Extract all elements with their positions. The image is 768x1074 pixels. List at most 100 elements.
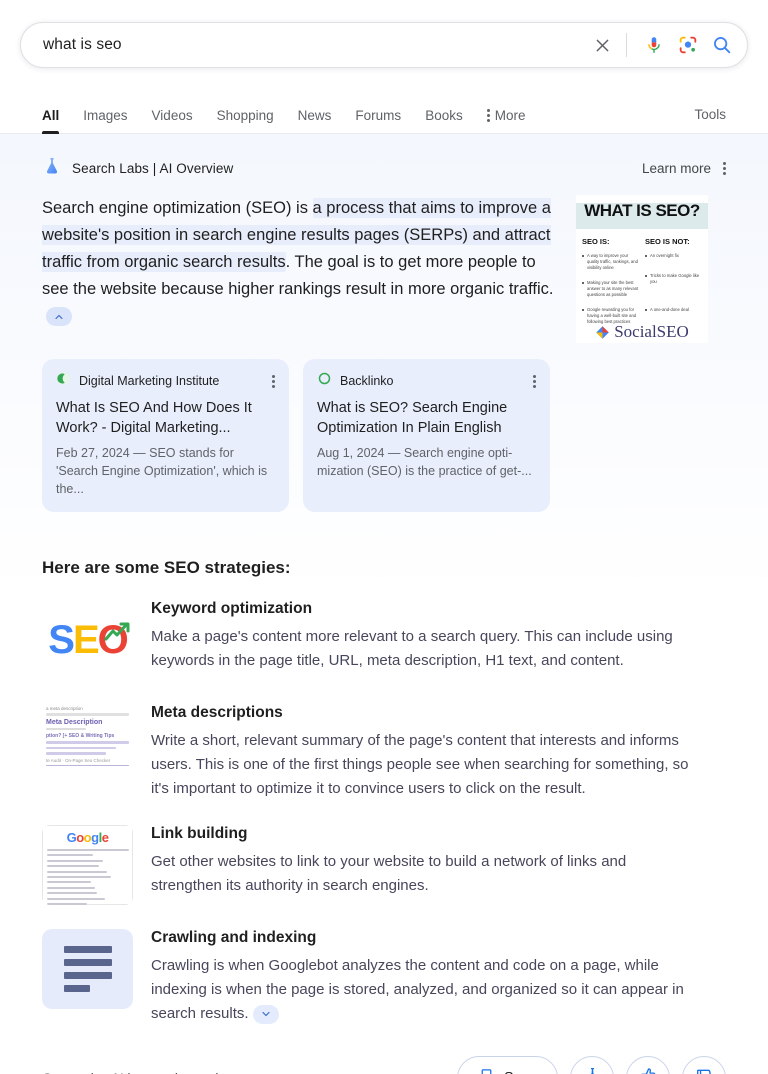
google-serp-screenshot: Google bbox=[42, 825, 133, 905]
infographic-col-right-head: SEO IS NOT: bbox=[645, 237, 690, 246]
strategy-item: SEO Keyword optimization Make a page's c… bbox=[42, 600, 726, 680]
search-tabs-nav: All Images Videos Shopping News Forums B… bbox=[0, 90, 768, 134]
tab-images[interactable]: Images bbox=[71, 108, 139, 134]
flask-icon bbox=[583, 1066, 602, 1074]
ai-overview-thumbnail[interactable]: WHAT IS SEO? SEO IS: A way to improve yo… bbox=[576, 195, 708, 343]
meta-screenshot: a meta description Meta Description ptio… bbox=[42, 704, 133, 784]
tab-all[interactable]: All bbox=[20, 108, 71, 134]
meta-thumb-title: Meta Description bbox=[46, 718, 103, 726]
paragraph-lead: Search engine optimization (SEO) is bbox=[42, 199, 313, 217]
what-is-seo-infographic: WHAT IS SEO? SEO IS: A way to improve yo… bbox=[576, 195, 708, 343]
collapse-overview-chevron-up-icon[interactable] bbox=[46, 307, 72, 327]
infographic-bullet: An overnight fix bbox=[645, 253, 702, 259]
infographic-bullet: A one-and-done deal bbox=[645, 307, 702, 313]
thumbs-down-icon bbox=[695, 1066, 714, 1074]
strategy-name: Meta descriptions bbox=[151, 704, 283, 721]
ai-overview-label: Search Labs | AI Overview bbox=[72, 161, 234, 176]
bookmark-icon bbox=[478, 1067, 495, 1074]
source-card-header: Digital Marketing Institute bbox=[56, 371, 275, 391]
search-labs-flask-icon bbox=[42, 156, 62, 181]
strategies-heading: Here are some SEO strategies: bbox=[42, 558, 291, 577]
search-bar-region bbox=[0, 0, 768, 68]
meta-description-screenshot-thumbnail[interactable]: a meta description Meta Description ptio… bbox=[42, 704, 133, 784]
strategy-name: Crawling and indexing bbox=[151, 929, 317, 946]
ai-overview-footer: Generative AI is experimental. Save bbox=[20, 1056, 748, 1074]
strategy-item: Google Link building Get other websites … bbox=[42, 825, 726, 905]
google-lens-icon[interactable] bbox=[671, 28, 705, 62]
source-card-snippet: Aug 1, 2024 — Search engine opti-mizatio… bbox=[317, 446, 532, 478]
seo-logo-icon: SEO bbox=[48, 617, 130, 662]
kebab-menu-icon bbox=[486, 108, 490, 122]
strategy-description: Crawling is when Googlebot analyzes the … bbox=[151, 954, 691, 1026]
serp-suggestion-lines bbox=[46, 849, 129, 905]
strategy-text: Link building Get other websites to link… bbox=[151, 825, 691, 898]
infographic-bullet: Making your site the best answer to as m… bbox=[582, 280, 639, 298]
document-lines-icon bbox=[42, 929, 133, 1009]
ai-overview-header-actions: Learn more bbox=[642, 161, 726, 176]
strategy-name: Keyword optimization bbox=[151, 600, 313, 617]
crawling-indexing-thumbnail[interactable] bbox=[42, 929, 133, 1009]
infographic-col-left-head: SEO IS: bbox=[582, 237, 610, 246]
ai-overview-panel: Search Labs | AI Overview Learn more Sea… bbox=[0, 134, 768, 1074]
infographic-heading: WHAT IS SEO? bbox=[584, 201, 700, 220]
save-label: Save bbox=[504, 1070, 537, 1074]
source-card-snippet: Feb 27, 2024 — SEO stands for 'Search En… bbox=[56, 446, 268, 496]
strategy-item: Crawling and indexing Crawling is when G… bbox=[42, 929, 726, 1026]
thumbs-up-button[interactable] bbox=[626, 1056, 670, 1074]
strategy-name: Link building bbox=[151, 825, 248, 842]
seo-logo-thumbnail[interactable]: SEO bbox=[42, 600, 133, 680]
tab-news[interactable]: News bbox=[286, 108, 344, 134]
meta-thumb-sub: ption? [+ SEO & Writing Tips bbox=[46, 733, 115, 739]
labs-button[interactable] bbox=[570, 1056, 614, 1074]
strategy-text: Crawling and indexing Crawling is when G… bbox=[151, 929, 691, 1026]
source-card-header: Backlinko bbox=[317, 371, 536, 391]
tab-videos[interactable]: Videos bbox=[140, 108, 205, 134]
infographic-bullet: Tricks to make Google like you bbox=[645, 273, 702, 285]
nav-tab-list: All Images Videos Shopping News Forums B… bbox=[20, 107, 538, 134]
strategy-text: Meta descriptions Write a short, relevan… bbox=[151, 704, 691, 801]
infographic-brand-text: SocialSEO bbox=[614, 322, 689, 341]
source-card-kebab-icon[interactable] bbox=[272, 374, 275, 388]
strategy-description: Make a page's content more relevant to a… bbox=[151, 628, 673, 669]
expand-strategy-chevron-down-icon[interactable] bbox=[252, 1004, 279, 1024]
infographic-columns: SEO IS: A way to improve your quality tr… bbox=[582, 237, 702, 334]
ai-overview-summary-row: Search engine optimization (SEO) is a pr… bbox=[42, 195, 726, 343]
backlinko-favicon bbox=[317, 371, 332, 391]
ai-overview-branding: Search Labs | AI Overview bbox=[42, 156, 233, 181]
strategy-description: Write a short, relevant summary of the p… bbox=[151, 732, 689, 797]
meta-thumb-line: a meta description bbox=[46, 706, 83, 711]
source-card[interactable]: Digital Marketing Institute What Is SEO … bbox=[42, 359, 289, 512]
seo-strategies-section: Here are some SEO strategies: SEO Keywor… bbox=[20, 558, 748, 1026]
digital-marketing-institute-favicon bbox=[56, 371, 71, 391]
source-card-kebab-icon[interactable] bbox=[533, 374, 536, 388]
source-card-title: What Is SEO And How Does It Work? - Digi… bbox=[56, 400, 252, 436]
tab-shopping[interactable]: Shopping bbox=[205, 108, 286, 134]
thumbs-down-button[interactable] bbox=[682, 1056, 726, 1074]
ai-overview-actions: Save bbox=[456, 1056, 726, 1074]
save-button[interactable]: Save bbox=[456, 1056, 558, 1074]
meta-thumb-footer: te Audit · On-Page Seo Checker bbox=[46, 757, 111, 763]
google-serp-screenshot-thumbnail[interactable]: Google bbox=[42, 825, 133, 905]
tab-more[interactable]: More bbox=[475, 107, 538, 134]
learn-more-link[interactable]: Learn more bbox=[642, 161, 711, 176]
search-bar[interactable] bbox=[20, 22, 748, 68]
strategy-text: Keyword optimization Make a page's conte… bbox=[151, 600, 691, 673]
strategy-description-text: Crawling is when Googlebot analyzes the … bbox=[151, 957, 684, 1022]
ai-overview-kebab-icon[interactable] bbox=[723, 162, 726, 175]
search-submit-icon[interactable] bbox=[705, 28, 739, 62]
socialseo-logo-icon bbox=[596, 325, 609, 339]
infographic-brand: SocialSEO bbox=[576, 322, 708, 342]
clear-search-icon[interactable] bbox=[588, 31, 616, 59]
search-input[interactable] bbox=[43, 36, 588, 54]
infographic-bullet: A way to improve your quality traffic, r… bbox=[582, 253, 639, 271]
source-card-title: What is SEO? Search Engine Optimization … bbox=[317, 400, 508, 436]
source-card[interactable]: Backlinko What is SEO? Search Engine Opt… bbox=[303, 359, 550, 512]
tab-books[interactable]: Books bbox=[413, 108, 475, 134]
voice-search-icon[interactable] bbox=[637, 28, 671, 62]
tab-forums[interactable]: Forums bbox=[343, 108, 413, 134]
source-card-site: Digital Marketing Institute bbox=[79, 374, 220, 388]
strategy-description: Get other websites to link to your websi… bbox=[151, 853, 627, 894]
thumbs-up-icon bbox=[639, 1066, 658, 1074]
more-label: More bbox=[494, 107, 526, 123]
tools-button[interactable]: Tools bbox=[682, 107, 748, 133]
